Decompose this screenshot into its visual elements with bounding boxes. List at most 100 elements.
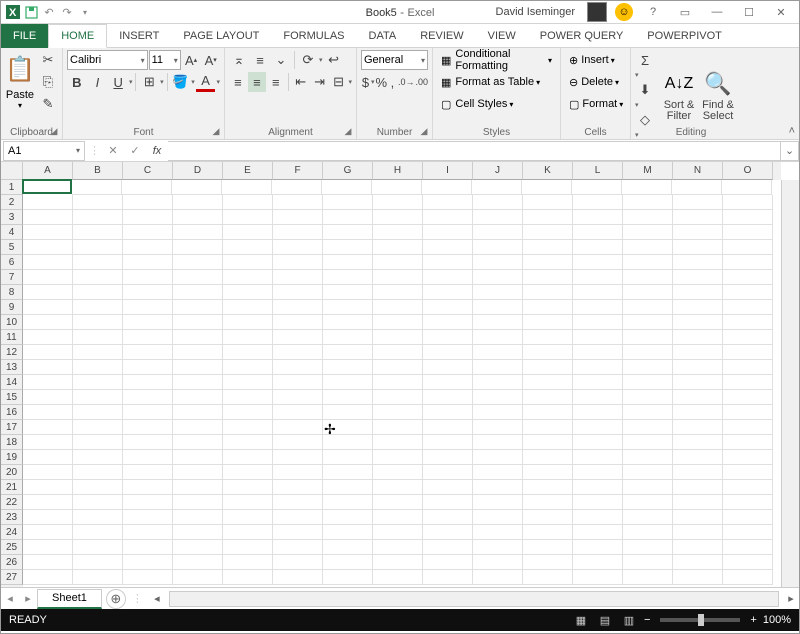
cell[interactable] (173, 195, 223, 210)
cell[interactable] (623, 570, 673, 585)
cell[interactable] (123, 210, 173, 225)
delete-button[interactable]: ⊖Delete▾ (565, 72, 626, 92)
cell[interactable] (73, 390, 123, 405)
cell[interactable] (523, 255, 573, 270)
cell[interactable] (223, 420, 273, 435)
zoom-slider[interactable] (660, 618, 740, 622)
cell[interactable] (723, 435, 773, 450)
cell[interactable] (573, 390, 623, 405)
cell[interactable] (223, 375, 273, 390)
tab-powerpivot[interactable]: POWERPIVOT (635, 24, 734, 48)
align-bottom-icon[interactable]: ⌄ (271, 50, 291, 70)
cell[interactable] (123, 480, 173, 495)
ribbon-display-icon[interactable]: ▭ (673, 3, 697, 21)
cell[interactable] (473, 255, 523, 270)
align-right-icon[interactable]: ≡ (267, 72, 285, 92)
align-left-icon[interactable]: ≡ (229, 72, 247, 92)
cell[interactable] (372, 180, 422, 195)
cell[interactable] (373, 540, 423, 555)
redo-icon[interactable]: ↷ (59, 4, 75, 20)
cell[interactable] (323, 315, 373, 330)
page-layout-view-icon[interactable]: ▤ (596, 612, 614, 628)
row-header[interactable]: 23 (1, 510, 23, 525)
cell[interactable] (523, 300, 573, 315)
cell[interactable] (373, 555, 423, 570)
cell[interactable] (123, 270, 173, 285)
format-painter-icon[interactable]: ✎ (38, 94, 58, 114)
cell[interactable] (123, 465, 173, 480)
cell[interactable] (223, 195, 273, 210)
cell[interactable] (473, 345, 523, 360)
cell[interactable] (23, 360, 73, 375)
cell[interactable] (223, 225, 273, 240)
cell[interactable] (623, 390, 673, 405)
emoji-icon[interactable]: ☺ (615, 3, 633, 21)
cell[interactable] (473, 525, 523, 540)
cell[interactable] (573, 240, 623, 255)
close-icon[interactable]: ✕ (769, 3, 793, 21)
cell[interactable] (673, 495, 723, 510)
cell[interactable] (223, 345, 273, 360)
cell[interactable] (523, 285, 573, 300)
zoom-level[interactable]: 100% (763, 614, 791, 626)
cell[interactable] (223, 435, 273, 450)
cell[interactable] (273, 525, 323, 540)
column-header[interactable]: O (723, 162, 773, 180)
column-header[interactable]: N (673, 162, 723, 180)
cell[interactable] (523, 450, 573, 465)
cell[interactable] (673, 315, 723, 330)
cell[interactable] (473, 390, 523, 405)
row-header[interactable]: 15 (1, 390, 23, 405)
cell[interactable] (673, 360, 723, 375)
cell[interactable] (322, 180, 372, 195)
cell[interactable] (573, 345, 623, 360)
cell[interactable] (623, 435, 673, 450)
cell[interactable] (723, 495, 773, 510)
cell[interactable] (373, 285, 423, 300)
cell[interactable] (522, 180, 572, 195)
cell[interactable] (673, 540, 723, 555)
cell[interactable] (123, 225, 173, 240)
cell[interactable] (573, 315, 623, 330)
cell[interactable] (423, 405, 473, 420)
cell[interactable] (273, 255, 323, 270)
cell[interactable] (573, 450, 623, 465)
cell[interactable] (73, 495, 123, 510)
cell[interactable] (373, 510, 423, 525)
merge-icon[interactable]: ⊟ (330, 72, 348, 92)
hscroll-right-icon[interactable]: ▸ (783, 592, 799, 606)
cell[interactable] (573, 195, 623, 210)
cell[interactable] (73, 270, 123, 285)
cell[interactable] (23, 210, 73, 225)
cell[interactable] (673, 435, 723, 450)
cell[interactable] (623, 255, 673, 270)
cell[interactable] (523, 315, 573, 330)
zoom-in-button[interactable]: + (750, 614, 756, 626)
decrease-font-icon[interactable]: A▾ (201, 50, 220, 70)
row-header[interactable]: 16 (1, 405, 23, 420)
cell[interactable] (173, 450, 223, 465)
cell[interactable] (523, 555, 573, 570)
qat-dropdown-icon[interactable]: ▾ (77, 4, 93, 20)
tab-insert[interactable]: INSERT (107, 24, 171, 48)
cell[interactable] (423, 420, 473, 435)
cell[interactable] (623, 525, 673, 540)
cell[interactable] (623, 300, 673, 315)
cell[interactable] (73, 405, 123, 420)
sheet-tab-sheet1[interactable]: Sheet1 (37, 589, 102, 609)
insert-function-icon[interactable]: fx (146, 141, 168, 161)
cell[interactable] (373, 345, 423, 360)
cell[interactable] (273, 540, 323, 555)
row-header[interactable]: 9 (1, 300, 23, 315)
row-header[interactable]: 7 (1, 270, 23, 285)
cell[interactable] (473, 510, 523, 525)
cell[interactable] (73, 330, 123, 345)
cell[interactable] (273, 225, 323, 240)
cell[interactable] (123, 390, 173, 405)
cell[interactable] (123, 510, 173, 525)
cell[interactable] (223, 210, 273, 225)
cell[interactable] (423, 450, 473, 465)
cell[interactable] (573, 300, 623, 315)
cell[interactable] (573, 360, 623, 375)
cell[interactable] (223, 510, 273, 525)
